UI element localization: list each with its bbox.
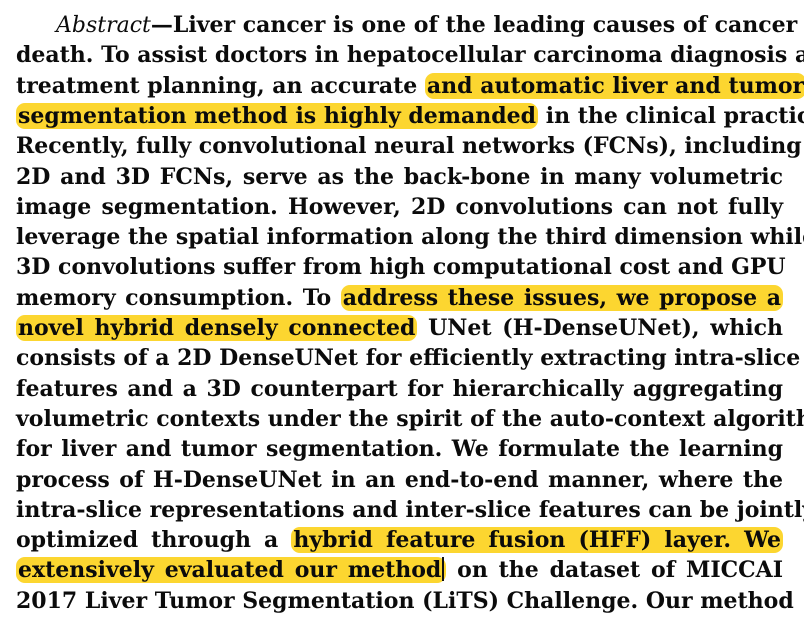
abstract-line: 3D convolutions suffer from high computa… [16, 252, 786, 282]
abstract-line: image segmentation. However, 2D convolut… [16, 192, 783, 222]
abstract-line: features and a 3D counterpart for hierar… [16, 374, 783, 404]
abstract-text: Liver cancer is one of the leading cause… [172, 12, 798, 38]
abstract-line: consists of a 2D DenseUNet for efficient… [16, 343, 800, 373]
abstract-line: for liver and tumor segmentation. We for… [16, 434, 783, 464]
abstract-line: Recently, fully convolutional neural net… [16, 131, 802, 161]
abstract-line: volumetric contexts under the spirit of … [16, 404, 804, 434]
abstract-line: leverage the spatial information along t… [16, 222, 804, 252]
abstract-line: segmentation method is highly demanded i… [16, 101, 804, 131]
abstract-text: 2017 Liver Tumor Segmentation (LiTS) Cha… [16, 587, 794, 614]
abstract-dash: — [150, 12, 173, 38]
abstract-text: features and a 3D counterpart for hierar… [16, 375, 783, 402]
abstract-text: process of H-DenseUNet in an end-to-end … [16, 466, 783, 493]
abstract-label: Abstract [56, 13, 151, 38]
abstract-text: optimized through a [16, 527, 292, 554]
abstract-text: leverage the spatial information along t… [16, 224, 804, 251]
abstract-text: 3D convolutions suffer from high computa… [16, 254, 786, 281]
abstract-text: UNet (H-DenseUNet), which [417, 315, 783, 341]
abstract-line: 2017 Liver Tumor Segmentation (LiTS) Cha… [16, 586, 794, 616]
abstract-line: extensively evaluated our method on the … [16, 555, 783, 585]
abstract-text: 2D and 3D FCNs, serve as the back-bone i… [16, 163, 783, 190]
abstract-line: treatment planning, an accurate and auto… [16, 71, 804, 101]
abstract-line: 2D and 3D FCNs, serve as the back-bone i… [16, 162, 783, 192]
abstract-line: Abstract—Liver cancer is one of the lead… [16, 10, 797, 40]
text-cursor [442, 557, 445, 582]
abstract-line: death. To assist doctors in hepatocellul… [16, 40, 804, 70]
abstract-text: Recently, fully convolutional neural net… [16, 133, 802, 160]
abstract-text: memory consumption. To [16, 284, 341, 311]
abstract-line: process of H-DenseUNet in an end-to-end … [16, 465, 783, 495]
abstract-line: memory consumption. To address these iss… [16, 283, 784, 313]
abstract-line: intra-slice representations and inter-sl… [16, 495, 804, 525]
highlighted-text[interactable]: and automatic liver and tumor [424, 72, 804, 99]
abstract-text: treatment planning, an accurate [16, 72, 425, 99]
abstract-text: in the clinical practice. [538, 102, 804, 129]
highlighted-text[interactable]: novel hybrid densely connected [16, 315, 418, 341]
abstract-text: consists of a 2D DenseUNet for efficient… [16, 345, 801, 372]
abstract-line: novel hybrid densely connected UNet (H-D… [16, 313, 783, 343]
highlighted-text[interactable]: extensively evaluated our method [16, 557, 447, 584]
highlighted-text[interactable]: segmentation method is highly demanded [16, 102, 539, 129]
abstract-text: on the dataset of MICCAI [446, 557, 783, 584]
abstract-text: image segmentation. However, 2D convolut… [16, 193, 783, 220]
document-page: Abstract—Liver cancer is one of the lead… [0, 0, 804, 623]
abstract-line: optimized through a hybrid feature fusio… [16, 525, 783, 555]
highlighted-text[interactable]: address these issues, we propose a [340, 284, 784, 311]
abstract-text: for liver and tumor segmentation. We for… [16, 436, 783, 463]
highlighted-text[interactable]: hybrid feature fusion (HFF) layer. We [291, 527, 783, 554]
abstract-text: volumetric contexts under the spirit of … [16, 405, 804, 432]
abstract-text: intra-slice representations and inter-sl… [16, 496, 804, 523]
abstract-text: death. To assist doctors in hepatocellul… [16, 42, 804, 69]
